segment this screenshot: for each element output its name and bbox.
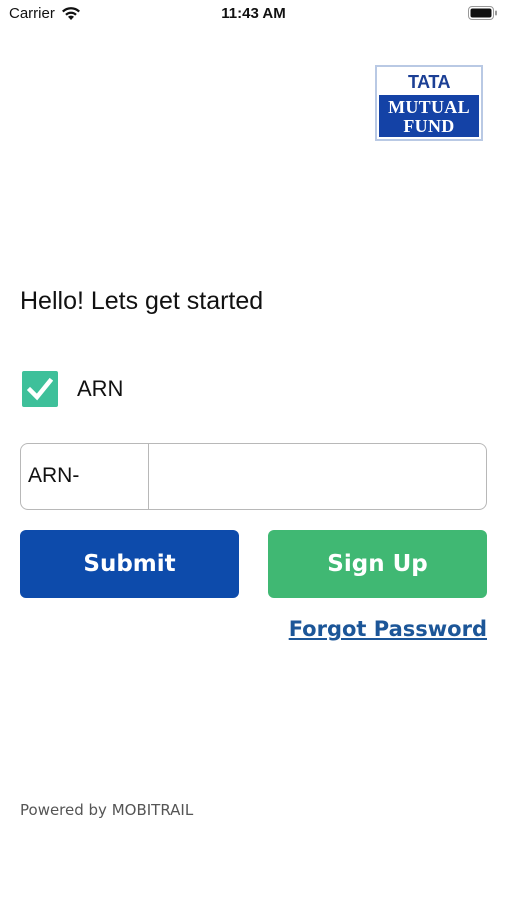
sign-up-button[interactable]: Sign Up — [268, 530, 487, 598]
logo-tata-text: TATA — [408, 72, 450, 92]
status-bar: Carrier 11:43 AM — [0, 0, 507, 28]
checkmark-icon — [27, 377, 53, 401]
greeting-heading: Hello! Lets get started — [20, 287, 264, 315]
submit-button[interactable]: Submit — [20, 530, 239, 598]
forgot-password-link[interactable]: Forgot Password — [289, 617, 487, 641]
arn-prefix: ARN- — [21, 444, 149, 509]
status-time: 11:43 AM — [221, 5, 286, 22]
powered-by-footer: Powered by MOBITRAIL — [20, 801, 194, 819]
logo-band: MUTUAL FUND — [379, 95, 479, 137]
arn-checkbox[interactable] — [22, 371, 58, 407]
arn-checkbox-label[interactable]: ARN — [77, 376, 123, 402]
arn-number-input[interactable] — [151, 446, 480, 507]
battery-icon — [468, 6, 498, 20]
logo-mutual-text: MUTUAL — [388, 97, 470, 117]
tata-mutual-fund-logo: TATA MUTUAL FUND — [375, 65, 483, 141]
arn-field: ARN- — [20, 443, 487, 510]
logo-fund-text: FUND — [403, 116, 455, 136]
login-screen: Carrier 11:43 AM TATA MUTUAL FUND Hello!… — [0, 0, 507, 900]
